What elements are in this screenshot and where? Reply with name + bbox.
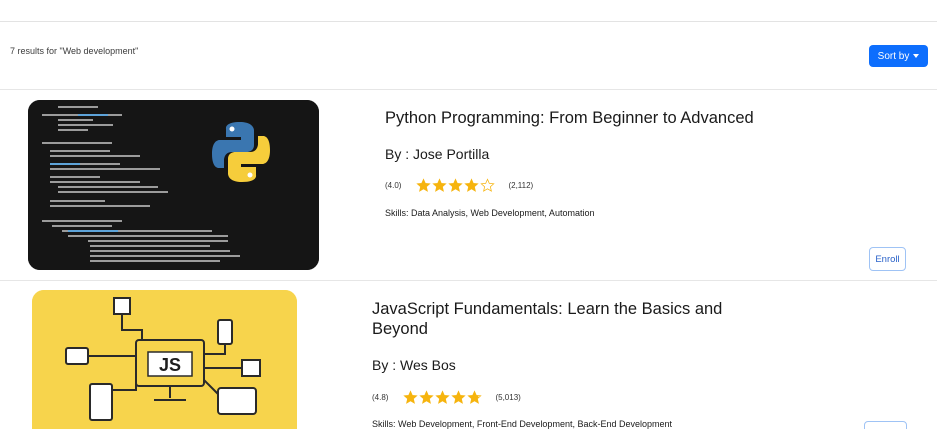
review-count: (2,112) [508,181,534,190]
caret-down-icon [913,54,920,58]
list-divider [0,280,937,281]
review-count: (5,013) [495,393,521,402]
sort-by-label: Sort by [877,50,910,62]
star-icon [419,390,435,404]
skills-label: Skills: [372,419,396,429]
course-rating: (4.0) (2,112) [385,178,533,193]
skills-list: Data Analysis, Web Development, Automati… [411,208,595,218]
star-icon [432,178,448,192]
list-divider [0,89,937,90]
header-divider [0,21,937,22]
rating-value: (4.8) [372,393,389,402]
js-label: JS [159,355,181,375]
course-results-page: 7 results for "Web development" Sort by [0,0,937,429]
course-thumbnail-javascript[interactable]: JS [32,290,297,429]
sort-by-button[interactable]: Sort by [869,45,928,67]
course-author: By : Wes Bos [372,357,456,373]
star-icon [416,178,432,192]
course-title[interactable]: Python Programming: From Beginner to Adv… [385,108,754,128]
python-code-thumbnail [28,100,319,270]
course-rating: (4.8) (5,013) [372,390,521,405]
enroll-button[interactable] [864,421,907,429]
skills-label: Skills: [385,208,409,218]
results-count: 7 results for "Web development" [10,46,139,56]
star-icon [467,390,483,404]
star-icon [464,178,480,192]
course-author: By : Jose Portilla [385,146,490,162]
rating-value: (4.0) [385,181,402,190]
star-rating [403,390,483,405]
course-skills: Skills: Data Analysis, Web Development, … [385,208,594,218]
js-devices-illustration: JS [32,290,297,429]
star-icon [480,178,496,192]
course-thumbnail-python[interactable] [28,100,319,270]
star-icon [451,390,467,404]
star-icon [435,390,451,404]
skills-list: Web Development, Front-End Development, … [398,419,672,429]
star-icon [448,178,464,192]
course-skills: Skills: Web Development, Front-End Devel… [372,419,672,429]
course-title[interactable]: JavaScript Fundamentals: Learn the Basic… [372,299,752,339]
star-icon [403,390,419,404]
star-rating [416,178,496,193]
enroll-button[interactable]: Enroll [869,247,906,271]
